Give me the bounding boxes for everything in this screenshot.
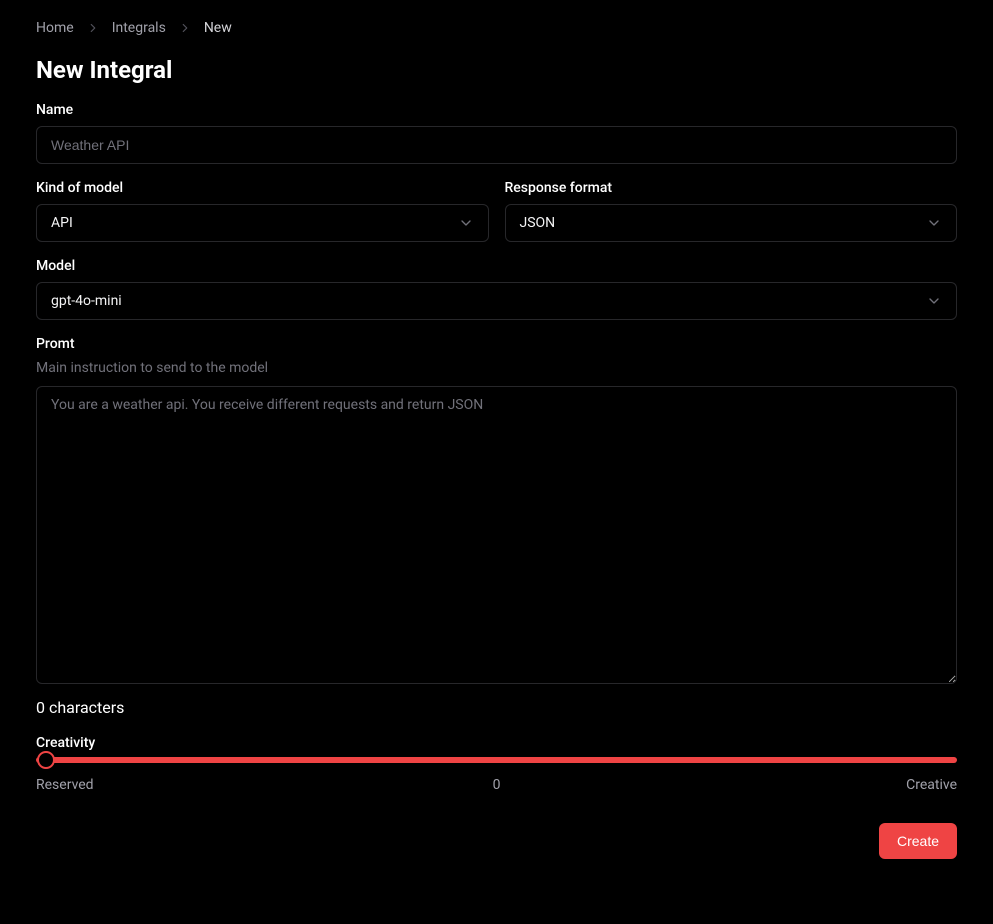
breadcrumb-new: New xyxy=(204,20,232,36)
response-format-select[interactable]: JSON xyxy=(505,204,958,242)
model-select[interactable]: gpt-4o-mini xyxy=(36,282,957,320)
char-count: 0 characters xyxy=(36,698,957,717)
prompt-sublabel: Main instruction to send to the model xyxy=(36,360,957,376)
page-title: New Integral xyxy=(36,56,957,84)
creativity-slider[interactable] xyxy=(36,751,957,769)
kind-select-value: API xyxy=(51,215,73,231)
model-label: Model xyxy=(36,258,957,274)
breadcrumb-home[interactable]: Home xyxy=(36,20,74,36)
breadcrumb: Home Integrals New xyxy=(36,20,957,36)
chevron-down-icon xyxy=(926,293,942,309)
name-label: Name xyxy=(36,102,957,118)
create-button[interactable]: Create xyxy=(879,823,957,859)
slider-right-label: Creative xyxy=(906,777,957,793)
slider-track xyxy=(36,757,957,763)
kind-select[interactable]: API xyxy=(36,204,489,242)
slider-center-label: 0 xyxy=(493,777,501,793)
slider-thumb[interactable] xyxy=(37,751,55,769)
model-select-value: gpt-4o-mini xyxy=(51,293,122,309)
prompt-label: Promt xyxy=(36,336,957,352)
response-format-select-value: JSON xyxy=(520,215,556,231)
name-input[interactable] xyxy=(36,126,957,164)
response-format-label: Response format xyxy=(505,180,958,196)
slider-left-label: Reserved xyxy=(36,777,94,793)
prompt-textarea[interactable] xyxy=(36,386,957,684)
creativity-label: Creativity xyxy=(36,735,95,751)
chevron-down-icon xyxy=(926,215,942,231)
breadcrumb-integrals[interactable]: Integrals xyxy=(112,20,166,36)
chevron-down-icon xyxy=(458,215,474,231)
chevron-right-icon xyxy=(86,21,100,35)
chevron-right-icon xyxy=(178,21,192,35)
kind-label: Kind of model xyxy=(36,180,489,196)
